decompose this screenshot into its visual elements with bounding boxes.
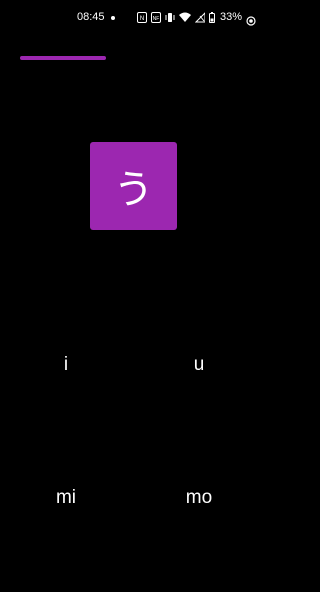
battery-icon bbox=[209, 8, 215, 27]
answer-option-label: u bbox=[193, 354, 205, 375]
nfc-icon: N bbox=[137, 8, 147, 27]
kana-character: う bbox=[113, 167, 154, 213]
answer-option-mi[interactable]: mi bbox=[6, 468, 126, 528]
status-time: 08:45 bbox=[77, 11, 105, 23]
quiz-progress-fill bbox=[20, 56, 106, 60]
answer-option-label: mo bbox=[185, 487, 213, 508]
status-icons: N NF bbox=[137, 10, 219, 24]
answer-option-u[interactable]: u bbox=[139, 335, 259, 395]
answer-option-label: mi bbox=[55, 487, 77, 508]
battery-percent: 33% bbox=[220, 11, 243, 23]
svg-text:NF: NF bbox=[153, 16, 160, 22]
vibrate-icon bbox=[165, 8, 175, 27]
quiz-progress-bar bbox=[20, 56, 246, 60]
no-signal-icon bbox=[194, 8, 206, 27]
notification-dot-icon bbox=[111, 16, 115, 20]
kana-card: う bbox=[90, 142, 177, 230]
svg-text:N: N bbox=[140, 16, 144, 22]
answer-option-i[interactable]: i bbox=[6, 335, 126, 395]
answer-option-label: i bbox=[63, 354, 69, 375]
battery-saver-icon bbox=[246, 11, 256, 26]
wifi-icon bbox=[179, 8, 191, 27]
nfc-tag-icon: NF bbox=[151, 8, 161, 27]
answer-option-mo[interactable]: mo bbox=[139, 468, 259, 528]
status-bar: 08:45 N NF 33% bbox=[0, 0, 266, 36]
